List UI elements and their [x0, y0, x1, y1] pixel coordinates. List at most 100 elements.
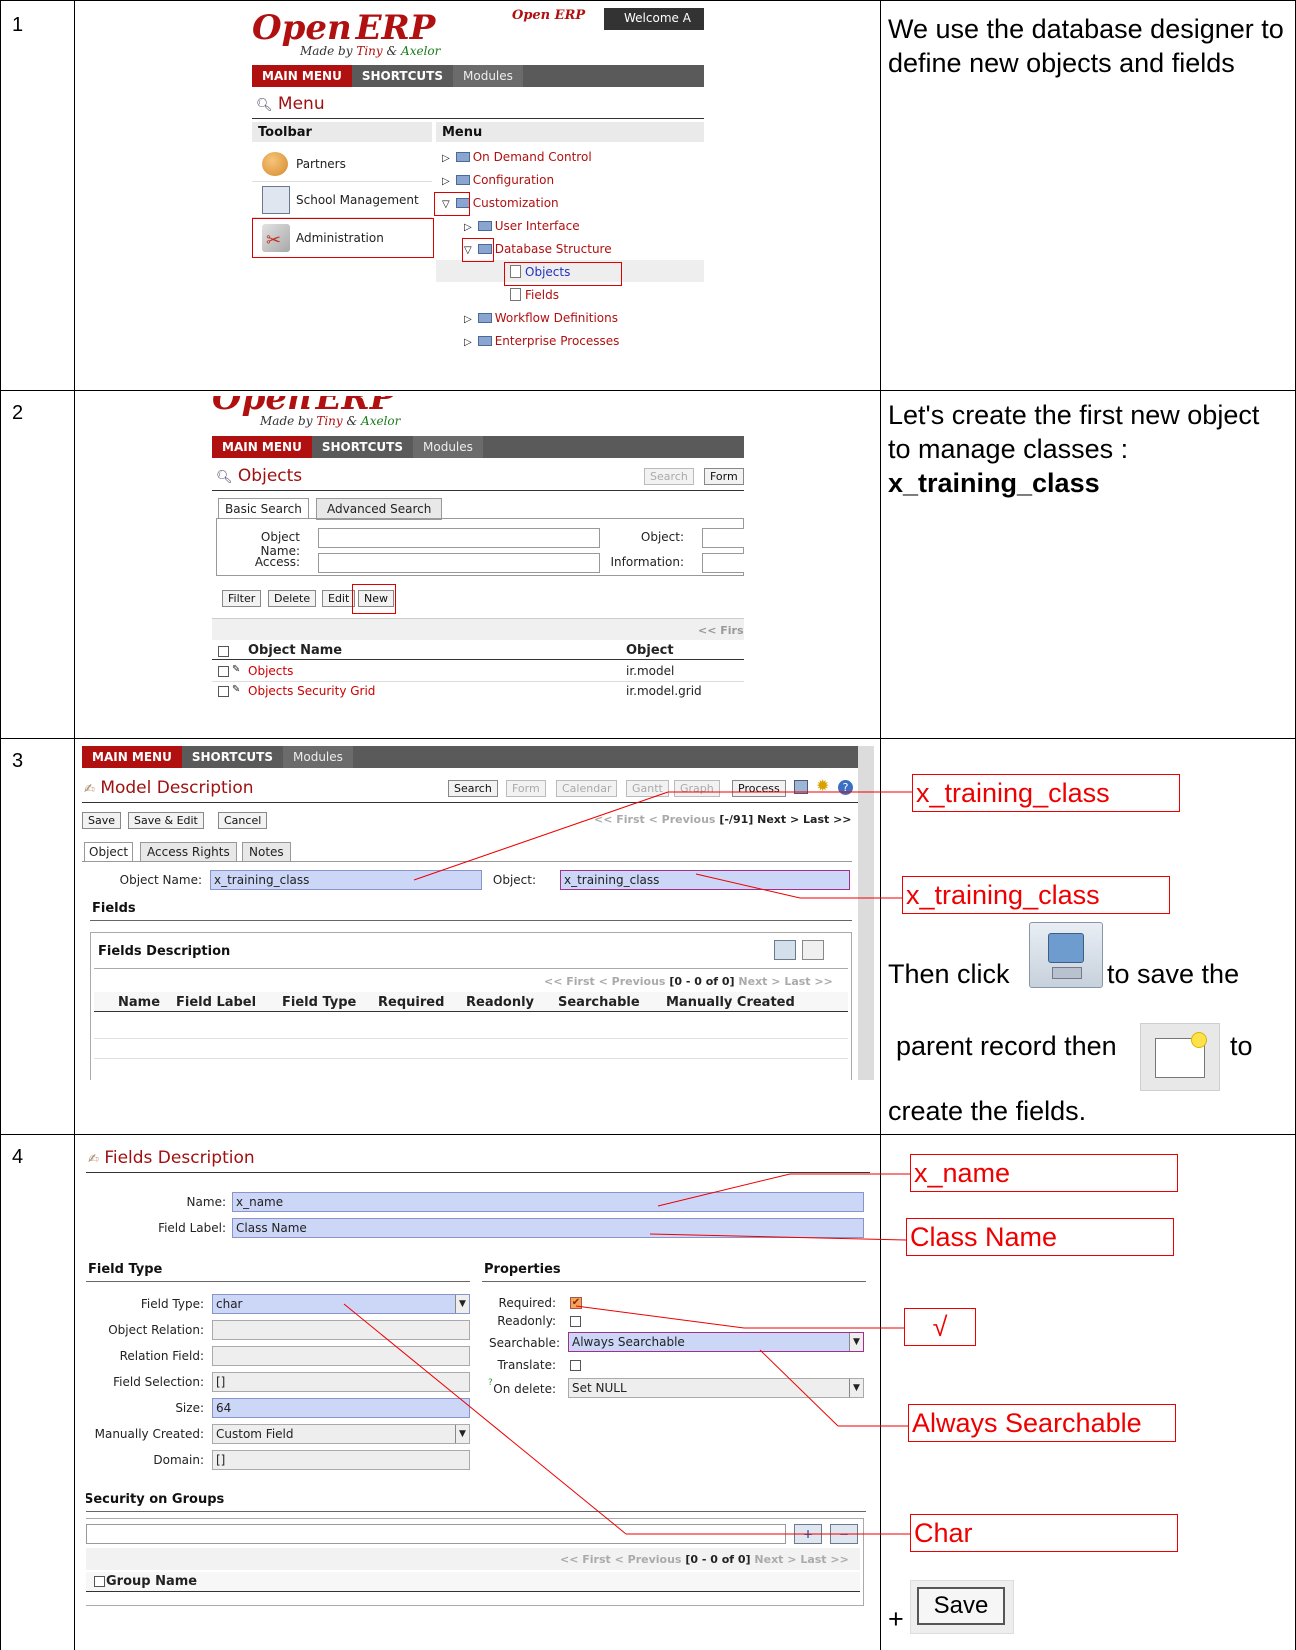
- translate-checkbox[interactable]: [570, 1360, 581, 1371]
- object-name-input[interactable]: x_training_class: [210, 870, 482, 890]
- field-type-select[interactable]: char ▼: [212, 1294, 470, 1314]
- delete-button[interactable]: Delete: [268, 590, 317, 607]
- save-button[interactable]: Save: [82, 812, 122, 829]
- row3-note-b: to save the: [1107, 959, 1240, 989]
- row-checkbox[interactable]: [218, 666, 229, 677]
- fields-pager[interactable]: << First < Previous [0 - 0 of 0] Next > …: [544, 975, 833, 988]
- groups-pager[interactable]: << First < Previous [0 - 0 of 0] Next > …: [560, 1553, 849, 1566]
- gantt-view-button[interactable]: Gantt: [626, 780, 669, 797]
- column-header-object-name[interactable]: Object Name: [248, 643, 342, 658]
- column-header-searchable[interactable]: Searchable: [558, 995, 640, 1010]
- edit-pencil-icon[interactable]: ✎: [232, 664, 240, 675]
- shortcuts-tab[interactable]: SHORTCUTS: [312, 436, 413, 458]
- pager-prev[interactable]: << First < Previous: [560, 1553, 681, 1566]
- tab-basic-search[interactable]: Basic Search: [218, 498, 309, 519]
- search-view-button[interactable]: Search: [644, 468, 694, 485]
- column-header-required[interactable]: Required: [378, 995, 444, 1010]
- column-header-field-type[interactable]: Field Type: [282, 995, 356, 1010]
- group-search-input[interactable]: [86, 1524, 786, 1544]
- table-row[interactable]: ✎ Objects Security Grid ir.model.grid: [212, 682, 744, 700]
- pager-next[interactable]: Next > Last >>: [757, 813, 851, 826]
- row-object-name[interactable]: Objects: [248, 664, 293, 678]
- menu-item-on-demand-control[interactable]: ▷ On Demand Control: [442, 150, 592, 164]
- table-row[interactable]: ✎ Objects ir.model: [212, 662, 744, 682]
- main-navbar: MAIN MENU SHORTCUTS Modules: [82, 746, 874, 768]
- form-view-button[interactable]: Form: [704, 468, 744, 485]
- save-parent-button[interactable]: [774, 940, 796, 960]
- menu-item-enterprise-processes[interactable]: ▷ Enterprise Processes: [464, 334, 619, 348]
- tab-advanced-search[interactable]: Advanced Search: [316, 498, 443, 520]
- help-icon[interactable]: ?: [838, 780, 853, 795]
- menu-item-user-interface[interactable]: ▷ User Interface: [464, 219, 580, 233]
- shortcuts-tab[interactable]: SHORTCUTS: [352, 65, 453, 87]
- row-checkbox[interactable]: [218, 686, 229, 697]
- pager[interactable]: << Firs: [698, 624, 744, 637]
- tab-object[interactable]: Object: [84, 842, 134, 861]
- menu-item-workflow-definitions[interactable]: ▷ Workflow Definitions: [464, 311, 618, 325]
- main-menu-tab[interactable]: MAIN MENU: [252, 65, 352, 87]
- record-pager[interactable]: << First < Previous [-/91] Next > Last >…: [594, 813, 852, 826]
- chevron-down-icon[interactable]: ▼: [455, 1425, 469, 1443]
- list-view-button[interactable]: [802, 940, 824, 960]
- cancel-button[interactable]: Cancel: [218, 812, 268, 829]
- information-search-input[interactable]: [702, 553, 744, 573]
- tab-notes[interactable]: Notes: [242, 842, 291, 862]
- column-header-manually-created[interactable]: Manually Created: [666, 995, 795, 1010]
- column-header-group-name[interactable]: Group Name: [106, 1574, 197, 1589]
- save-edit-button[interactable]: Save & Edit: [128, 812, 204, 829]
- pager-prev[interactable]: << First < Previous: [594, 813, 715, 826]
- graph-view-button[interactable]: Graph: [674, 780, 720, 797]
- print-icon[interactable]: [794, 780, 808, 794]
- column-header-object[interactable]: Object: [626, 643, 674, 658]
- domain-input[interactable]: []: [212, 1450, 470, 1470]
- modules-tab[interactable]: Modules: [283, 746, 353, 768]
- modules-tab[interactable]: Modules: [453, 65, 523, 87]
- access-search-input[interactable]: [318, 553, 600, 573]
- scrollbar[interactable]: [858, 746, 874, 1080]
- process-view-button[interactable]: Process: [732, 780, 786, 797]
- select-all-groups-checkbox[interactable]: [94, 1576, 105, 1587]
- pager-next[interactable]: Next > Last >>: [754, 1553, 848, 1566]
- remove-group-button[interactable]: −: [830, 1524, 858, 1544]
- toolbar-item-partners[interactable]: Partners: [252, 146, 432, 182]
- shortcuts-tab[interactable]: SHORTCUTS: [182, 746, 283, 768]
- chevron-down-icon[interactable]: ▼: [849, 1379, 863, 1397]
- search-view-button[interactable]: Search: [448, 780, 498, 797]
- form-view-button[interactable]: Form: [506, 780, 546, 797]
- modules-tab[interactable]: Modules: [413, 436, 483, 458]
- pager-prev[interactable]: << First < Previous: [544, 975, 665, 988]
- required-checkbox[interactable]: ✔: [570, 1297, 582, 1309]
- select-all-checkbox[interactable]: [218, 646, 229, 657]
- column-header-readonly[interactable]: Readonly: [466, 995, 534, 1010]
- object-relation-input[interactable]: [212, 1320, 470, 1340]
- star-icon[interactable]: ✹: [816, 776, 829, 795]
- object-input[interactable]: x_training_class: [560, 870, 850, 890]
- edit-pencil-icon[interactable]: ✎: [232, 684, 240, 695]
- column-header-field-label[interactable]: Field Label: [176, 995, 256, 1010]
- toolbar-item-school-management[interactable]: School Management: [252, 182, 432, 218]
- main-menu-tab[interactable]: MAIN MENU: [212, 436, 312, 458]
- relation-field-input[interactable]: [212, 1346, 470, 1366]
- add-group-button[interactable]: +: [794, 1524, 822, 1544]
- menu-item-fields[interactable]: Fields: [510, 288, 559, 302]
- object-search-input[interactable]: [702, 528, 744, 548]
- menu-item-configuration[interactable]: ▷ Configuration: [442, 173, 554, 187]
- chevron-down-icon[interactable]: ▼: [849, 1333, 863, 1351]
- manually-created-select[interactable]: Custom Field ▼: [212, 1424, 470, 1444]
- filter-button[interactable]: Filter: [222, 590, 262, 607]
- row-object-name[interactable]: Objects Security Grid: [248, 684, 375, 698]
- readonly-checkbox[interactable]: [570, 1316, 581, 1327]
- tab-access-rights[interactable]: Access Rights: [140, 842, 237, 862]
- field-selection-input[interactable]: []: [212, 1372, 470, 1392]
- searchable-select[interactable]: Always Searchable ▼: [568, 1332, 864, 1352]
- on-delete-select[interactable]: Set NULL ▼: [568, 1378, 864, 1398]
- name-input[interactable]: x_name: [232, 1192, 864, 1212]
- calendar-view-button[interactable]: Calendar: [556, 780, 618, 797]
- size-input[interactable]: 64: [212, 1398, 470, 1418]
- field-label-input[interactable]: Class Name: [232, 1218, 864, 1238]
- main-menu-tab[interactable]: MAIN MENU: [82, 746, 182, 768]
- object-name-search-input[interactable]: [318, 528, 600, 548]
- edit-button[interactable]: Edit: [322, 590, 356, 607]
- column-header-name[interactable]: Name: [118, 995, 160, 1010]
- pager-next[interactable]: Next > Last >>: [738, 975, 832, 988]
